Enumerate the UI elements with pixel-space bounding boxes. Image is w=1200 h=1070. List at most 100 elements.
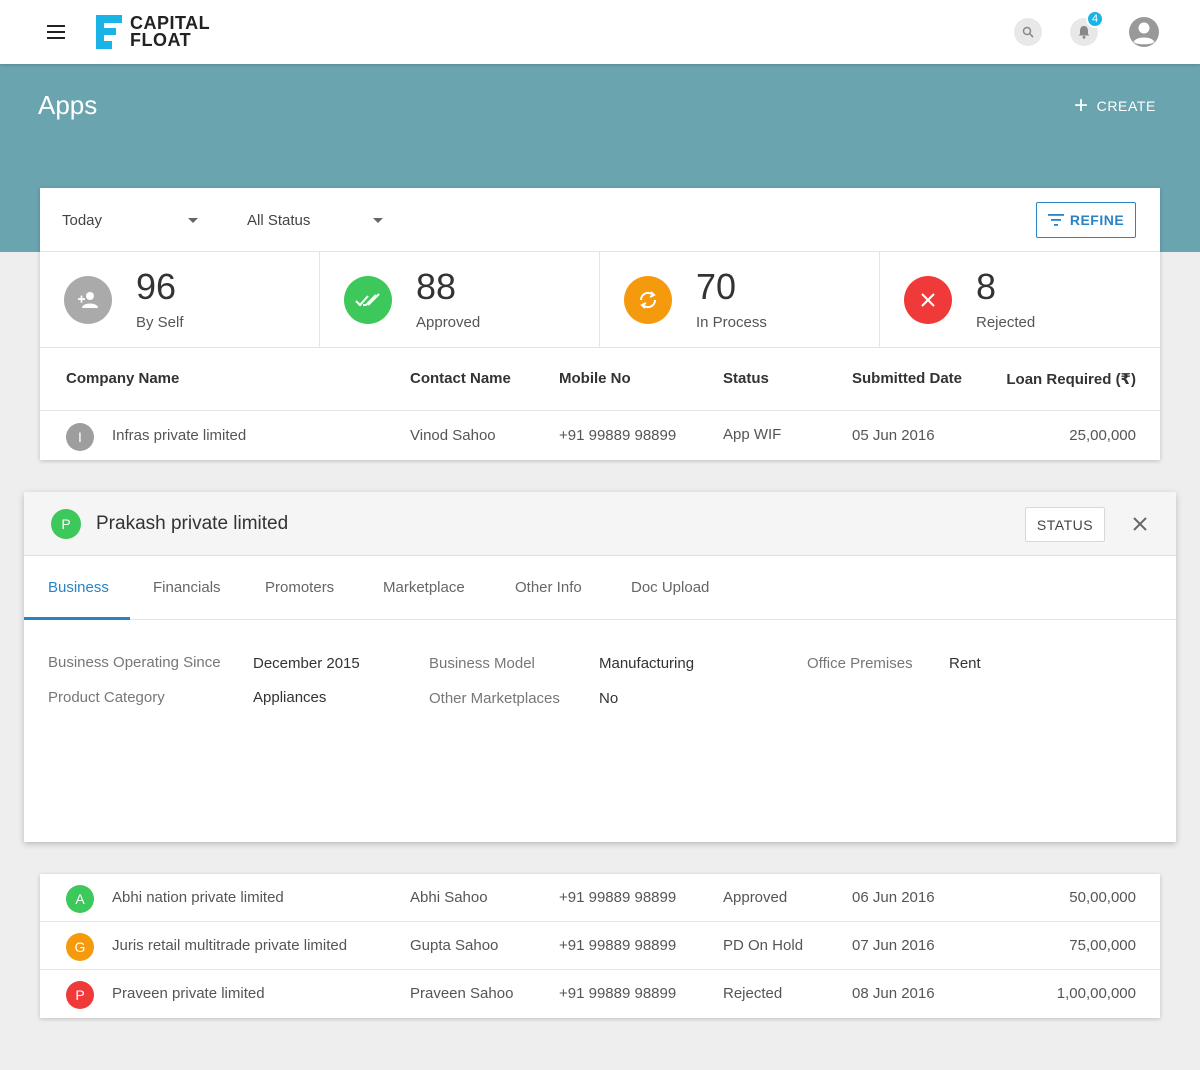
stat-value: 96 [136, 266, 177, 307]
stat-value: 70 [696, 266, 737, 307]
row-avatar: A [66, 885, 94, 913]
status-filter-select[interactable]: All Status [247, 208, 387, 232]
date-filter-value: Today [62, 211, 103, 229]
company-name: Juris retail multitrade private limited [112, 937, 348, 954]
field-value: Rent [949, 655, 981, 672]
status-text: PD On Hold [723, 937, 804, 954]
company-name: Praveen private limited [112, 985, 265, 1002]
status-text: Approved [723, 889, 788, 906]
column-header-loan[interactable]: Loan Required (₹) [1006, 370, 1136, 388]
column-header-contact[interactable]: Contact Name [410, 370, 511, 387]
row-avatar: G [66, 933, 94, 961]
contact-name: Gupta Sahoo [410, 937, 499, 954]
loan-amount: 75,00,000 [1069, 937, 1136, 954]
table-row[interactable]: I Infras private limited Vinod Sahoo +91… [40, 412, 1160, 460]
field-value: Appliances [253, 689, 327, 706]
submitted-date: 05 Jun 2016 [852, 427, 935, 444]
date-filter-select[interactable]: Today [62, 208, 202, 232]
field-label: Business Model [429, 655, 535, 672]
refine-button[interactable]: REFINE [1036, 202, 1136, 238]
loan-amount: 1,00,00,000 [1056, 985, 1136, 1002]
submitted-date: 07 Jun 2016 [852, 937, 935, 954]
menu-icon[interactable] [38, 16, 74, 48]
tab-other-info[interactable]: Other Info [515, 556, 582, 620]
table-row[interactable]: A Abhi nation private limited Abhi Sahoo… [40, 874, 1160, 922]
plus-icon: + [1074, 92, 1089, 119]
mobile-number: +91 99889 98899 [559, 937, 677, 954]
close-icon [904, 276, 952, 324]
create-label: CREATE [1096, 98, 1156, 114]
applications-card: Today All Status REFINE 96 By Self 88 Ap… [40, 188, 1160, 460]
stat-by-self[interactable]: 96 By Self [40, 252, 320, 347]
loan-amount: 25,00,000 [1069, 427, 1136, 444]
field-label: Office Premises [807, 655, 913, 672]
stat-approved[interactable]: 88 Approved [320, 252, 600, 347]
status-text: Rejected [723, 985, 783, 1002]
field-value: Manufacturing [599, 655, 695, 672]
mobile-number: +91 99889 98899 [559, 985, 677, 1002]
app-bar: CAPITAL FLOAT 4 [0, 0, 1200, 64]
status-filter-value: All Status [247, 211, 311, 229]
table-header: Company Name Contact Name Mobile No Stat… [40, 348, 1160, 411]
field-label: Product Category [48, 689, 165, 706]
company-name: Infras private limited [112, 427, 247, 444]
detail-avatar: P [51, 509, 81, 539]
notification-badge: 4 [1086, 10, 1104, 28]
stat-in-process[interactable]: 70 In Process [600, 252, 880, 347]
detail-title: Prakash private limited [96, 513, 289, 534]
stat-rejected[interactable]: 8 Rejected [880, 252, 1160, 347]
stat-label: By Self [136, 314, 184, 331]
status-text: App WIF [723, 426, 782, 443]
detail-tabs: Business Financials Promoters Marketplac… [24, 556, 1176, 620]
field-label: Business Operating Since [48, 654, 221, 671]
logo-mark-icon [96, 15, 122, 49]
submitted-date: 06 Jun 2016 [852, 889, 935, 906]
tab-promoters[interactable]: Promoters [265, 556, 334, 620]
avatar[interactable] [1129, 17, 1159, 47]
table-row[interactable]: G Juris retail multitrade private limite… [40, 922, 1160, 970]
row-avatar: I [66, 423, 94, 451]
row-avatar: P [66, 981, 94, 1009]
stat-label: Rejected [976, 314, 1036, 331]
contact-name: Praveen Sahoo [410, 985, 514, 1002]
detail-header: P Prakash private limited STATUS [24, 492, 1176, 556]
create-button[interactable]: + CREATE [1074, 94, 1156, 118]
chevron-down-icon [373, 218, 383, 223]
column-header-mobile[interactable]: Mobile No [559, 370, 631, 387]
column-header-company[interactable]: Company Name [66, 370, 179, 387]
double-check-icon [344, 276, 392, 324]
application-detail-panel: P Prakash private limited STATUS Busines… [24, 492, 1176, 842]
add-person-icon [64, 276, 112, 324]
mobile-number: +91 99889 98899 [559, 889, 677, 906]
field-value: December 2015 [253, 655, 360, 672]
table-row[interactable]: P Praveen private limited Praveen Sahoo … [40, 970, 1160, 1018]
search-icon[interactable] [1014, 18, 1042, 46]
tab-marketplace[interactable]: Marketplace [383, 556, 465, 620]
stat-value: 8 [976, 266, 997, 307]
close-icon[interactable] [1128, 512, 1152, 536]
status-button[interactable]: STATUS [1025, 507, 1105, 542]
column-header-date[interactable]: Submitted Date [852, 370, 962, 387]
logo-text: CAPITAL FLOAT [130, 14, 210, 49]
stat-label: In Process [696, 314, 767, 331]
field-label: Other Marketplaces [429, 690, 560, 707]
stat-label: Approved [416, 314, 481, 331]
contact-name: Vinod Sahoo [410, 427, 496, 444]
page-title: Apps [38, 90, 98, 120]
loan-amount: 50,00,000 [1069, 889, 1136, 906]
refine-label: REFINE [1069, 212, 1125, 228]
company-name: Abhi nation private limited [112, 889, 284, 906]
contact-name: Abhi Sahoo [410, 889, 488, 906]
sync-icon [624, 276, 672, 324]
column-header-status[interactable]: Status [723, 370, 769, 387]
brand-logo[interactable]: CAPITAL FLOAT [96, 14, 210, 49]
tab-financials[interactable]: Financials [153, 556, 221, 620]
field-value: No [599, 690, 619, 707]
stat-value: 88 [416, 266, 457, 307]
filter-icon [1047, 214, 1064, 226]
stats-summary: 96 By Self 88 Approved 70 In Process 8 R… [40, 252, 1160, 348]
mobile-number: +91 99889 98899 [559, 427, 677, 444]
applications-list-continued: A Abhi nation private limited Abhi Sahoo… [40, 874, 1160, 1018]
tab-business[interactable]: Business [48, 556, 109, 620]
tab-doc-upload[interactable]: Doc Upload [631, 556, 709, 620]
